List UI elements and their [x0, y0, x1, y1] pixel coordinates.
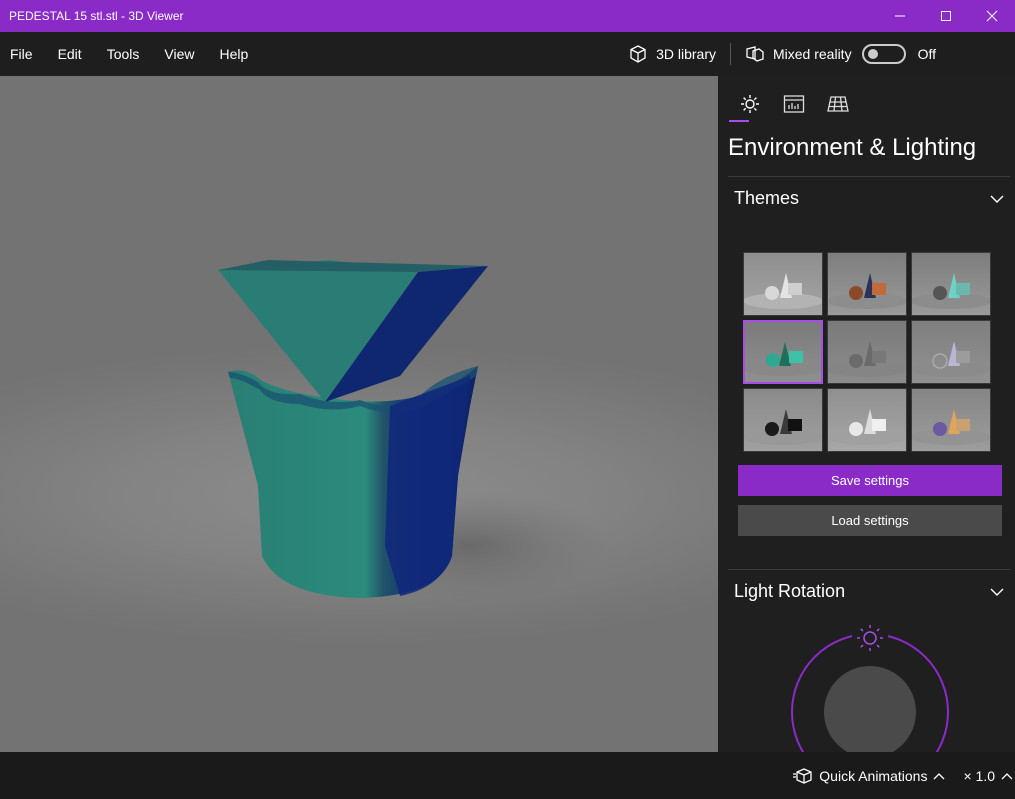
chevron-down-icon — [990, 195, 1004, 203]
animation-speed-label: × 1.0 — [963, 767, 995, 784]
settings-panel: Environment & Lighting Themes Save setti… — [718, 76, 1015, 752]
themes-section-header[interactable]: Themes — [734, 188, 1004, 209]
light-rotation-dial[interactable] — [788, 624, 952, 752]
theme-tile-2[interactable] — [827, 252, 907, 316]
load-settings-button[interactable]: Load settings — [738, 505, 1002, 536]
maximize-icon — [941, 11, 951, 21]
quick-animations-label: Quick Animations — [819, 767, 928, 784]
mixed-reality-state: Off — [917, 46, 936, 62]
save-settings-button[interactable]: Save settings — [738, 465, 1002, 496]
mixed-reality-toggle[interactable] — [861, 44, 906, 64]
theme-tile-5[interactable] — [827, 320, 907, 384]
menu-tools[interactable]: Tools — [107, 46, 140, 62]
3d-library-button[interactable]: 3D library — [628, 44, 716, 64]
menu-view[interactable]: View — [164, 46, 194, 62]
theme-tile-7[interactable] — [743, 388, 823, 452]
minimize-icon — [895, 15, 905, 17]
close-button[interactable] — [969, 0, 1015, 32]
maximize-button[interactable] — [923, 0, 969, 32]
theme-tile-1[interactable] — [743, 252, 823, 316]
theme-tile-4[interactable] — [743, 320, 823, 384]
stats-icon — [783, 95, 805, 113]
grid-icon — [827, 96, 849, 112]
panel-tabs — [728, 88, 860, 122]
themes-label: Themes — [734, 188, 800, 208]
menu-bar: File Edit Tools View Help 3D library Mix… — [0, 32, 1015, 76]
panel-title: Environment & Lighting — [728, 134, 977, 161]
tab-stats[interactable] — [772, 88, 816, 120]
tab-grid[interactable] — [816, 88, 860, 120]
theme-tile-8[interactable] — [827, 388, 907, 452]
menu-file[interactable]: File — [10, 46, 33, 62]
minimize-button[interactable] — [877, 0, 923, 32]
pedestal-model[interactable] — [0, 76, 718, 752]
sun-icon — [741, 95, 759, 113]
divider — [728, 176, 1010, 177]
mixed-reality-icon — [746, 46, 764, 62]
window-title: PEDESTAL 15 stl.stl - 3D Viewer — [9, 9, 184, 23]
bottom-bar: Quick Animations × 1.0 — [0, 752, 1015, 799]
menu-help[interactable]: Help — [219, 46, 248, 62]
theme-grid — [743, 252, 993, 452]
close-icon — [986, 10, 998, 22]
animation-speed-button[interactable]: × 1.0 — [963, 768, 1013, 784]
menu-separator — [729, 43, 731, 65]
theme-tile-3[interactable] — [911, 252, 991, 316]
theme-tile-9[interactable] — [911, 388, 991, 452]
quick-animations-button[interactable]: Quick Animations — [793, 767, 945, 785]
mixed-reality-button[interactable]: Mixed reality — [745, 44, 852, 64]
cube-icon — [630, 45, 646, 63]
menu-edit[interactable]: Edit — [58, 46, 82, 62]
3d-viewport[interactable] — [0, 76, 718, 752]
animation-cube-icon — [793, 767, 812, 784]
3d-library-label: 3D library — [656, 46, 716, 62]
mixed-reality-label: Mixed reality — [772, 46, 852, 62]
light-rotation-section-header[interactable]: Light Rotation — [734, 581, 1004, 602]
chevron-down-icon — [990, 588, 1004, 596]
divider — [728, 569, 1010, 570]
chevron-up-icon — [934, 772, 945, 779]
chevron-up-icon — [1001, 772, 1013, 779]
light-rotation-label: Light Rotation — [734, 581, 846, 601]
toggle-knob — [867, 49, 878, 59]
title-bar: PEDESTAL 15 stl.stl - 3D Viewer — [0, 0, 1015, 32]
theme-tile-6[interactable] — [911, 320, 991, 384]
tab-environment[interactable] — [728, 88, 772, 122]
